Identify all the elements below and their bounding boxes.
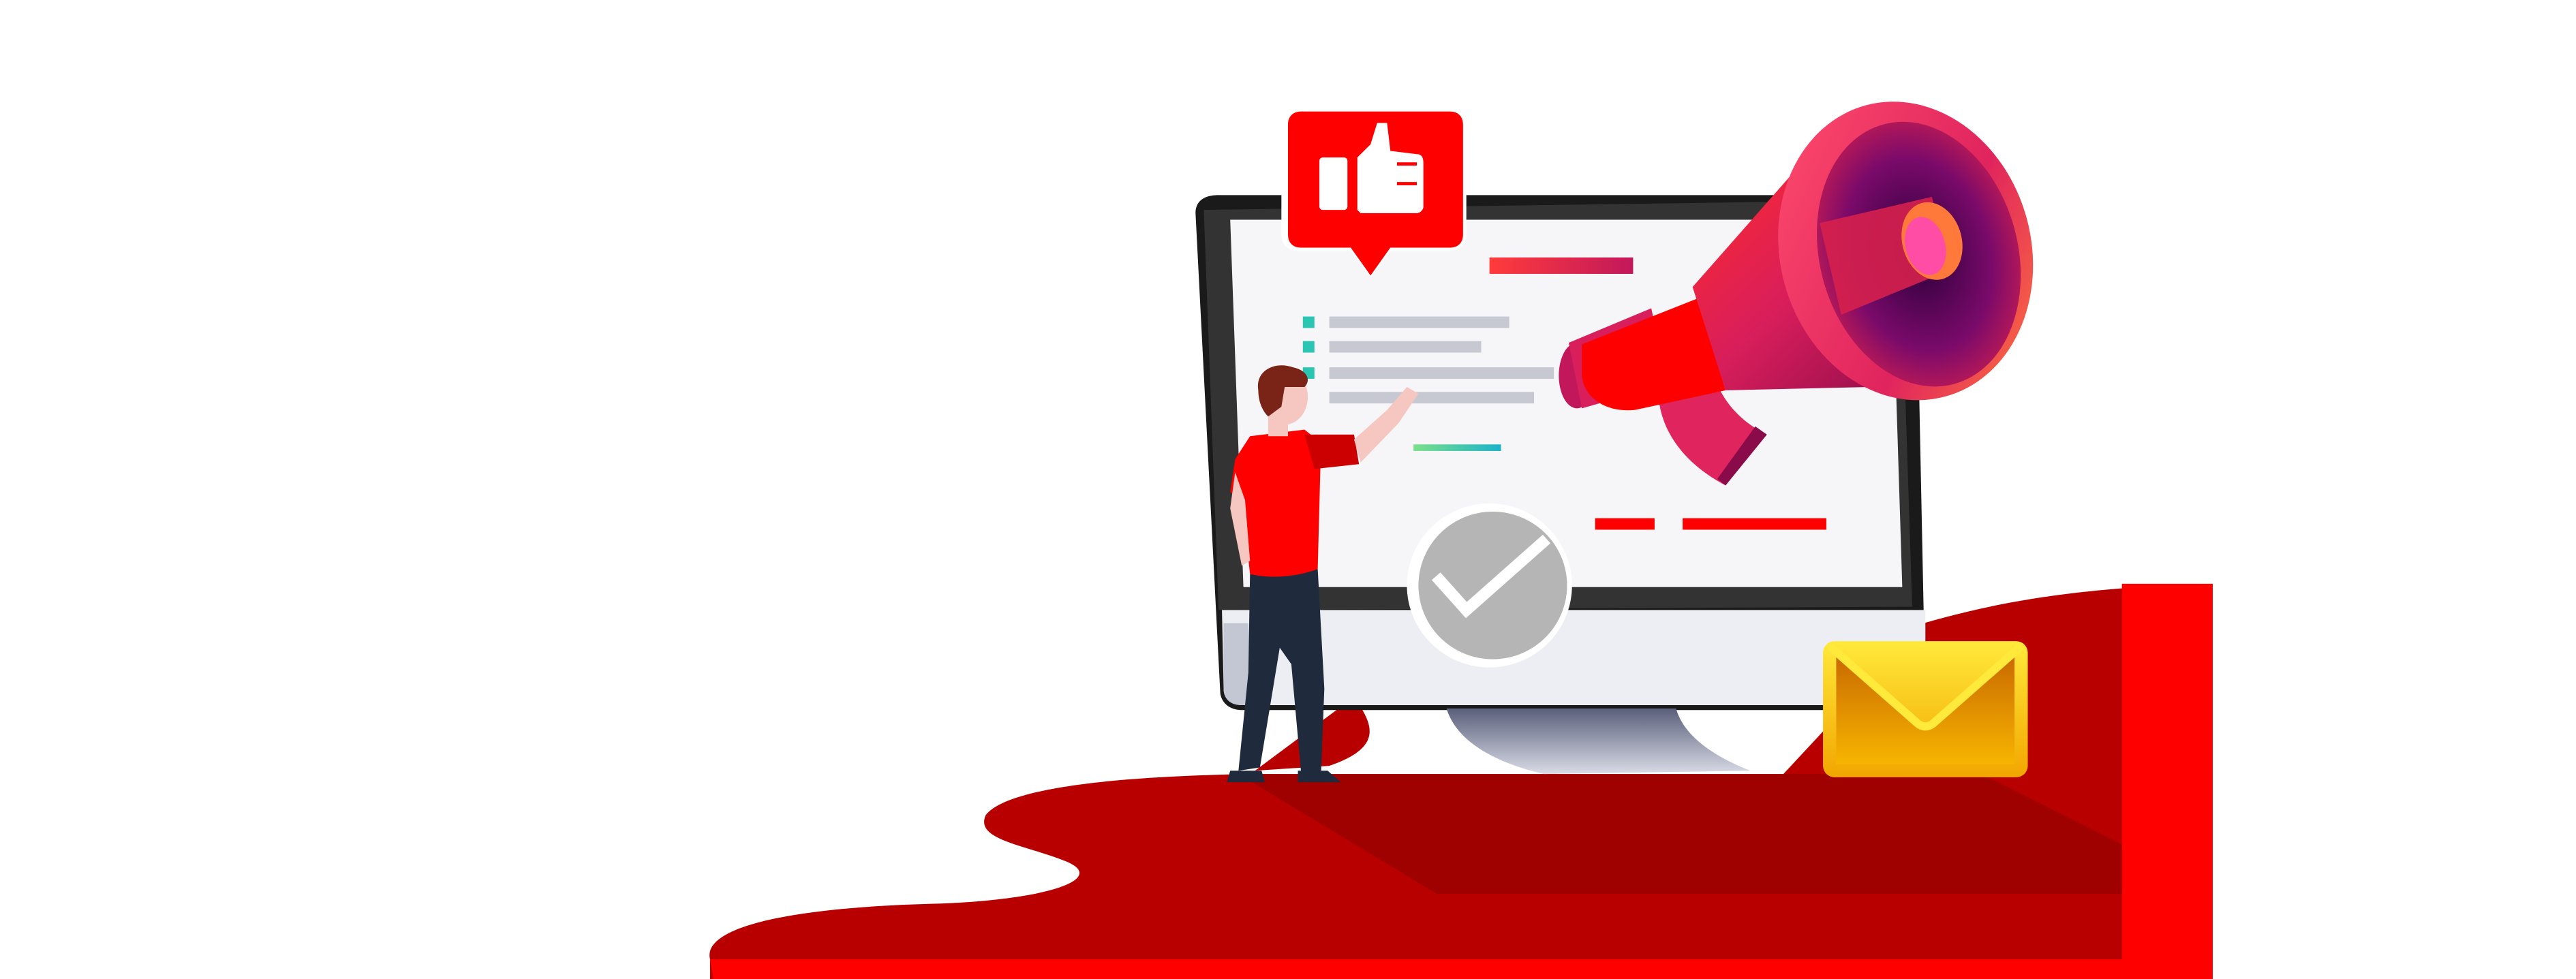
monitor-stand (1446, 708, 1751, 775)
list-bullet (1302, 341, 1315, 353)
red-bar-short (1595, 518, 1655, 530)
header-bar (1489, 257, 1634, 274)
marketing-illustration (0, 0, 2576, 979)
text-line (1329, 367, 1554, 379)
illustration-canvas (709, 102, 2213, 979)
red-bar-long (1683, 518, 1826, 530)
list-bullet (1302, 316, 1315, 328)
text-line (1329, 316, 1509, 328)
text-line (1329, 392, 1535, 404)
check-badge (1407, 503, 1572, 668)
accent-line (1413, 444, 1501, 451)
envelope-icon (1823, 641, 2028, 777)
text-line (1329, 341, 1482, 353)
